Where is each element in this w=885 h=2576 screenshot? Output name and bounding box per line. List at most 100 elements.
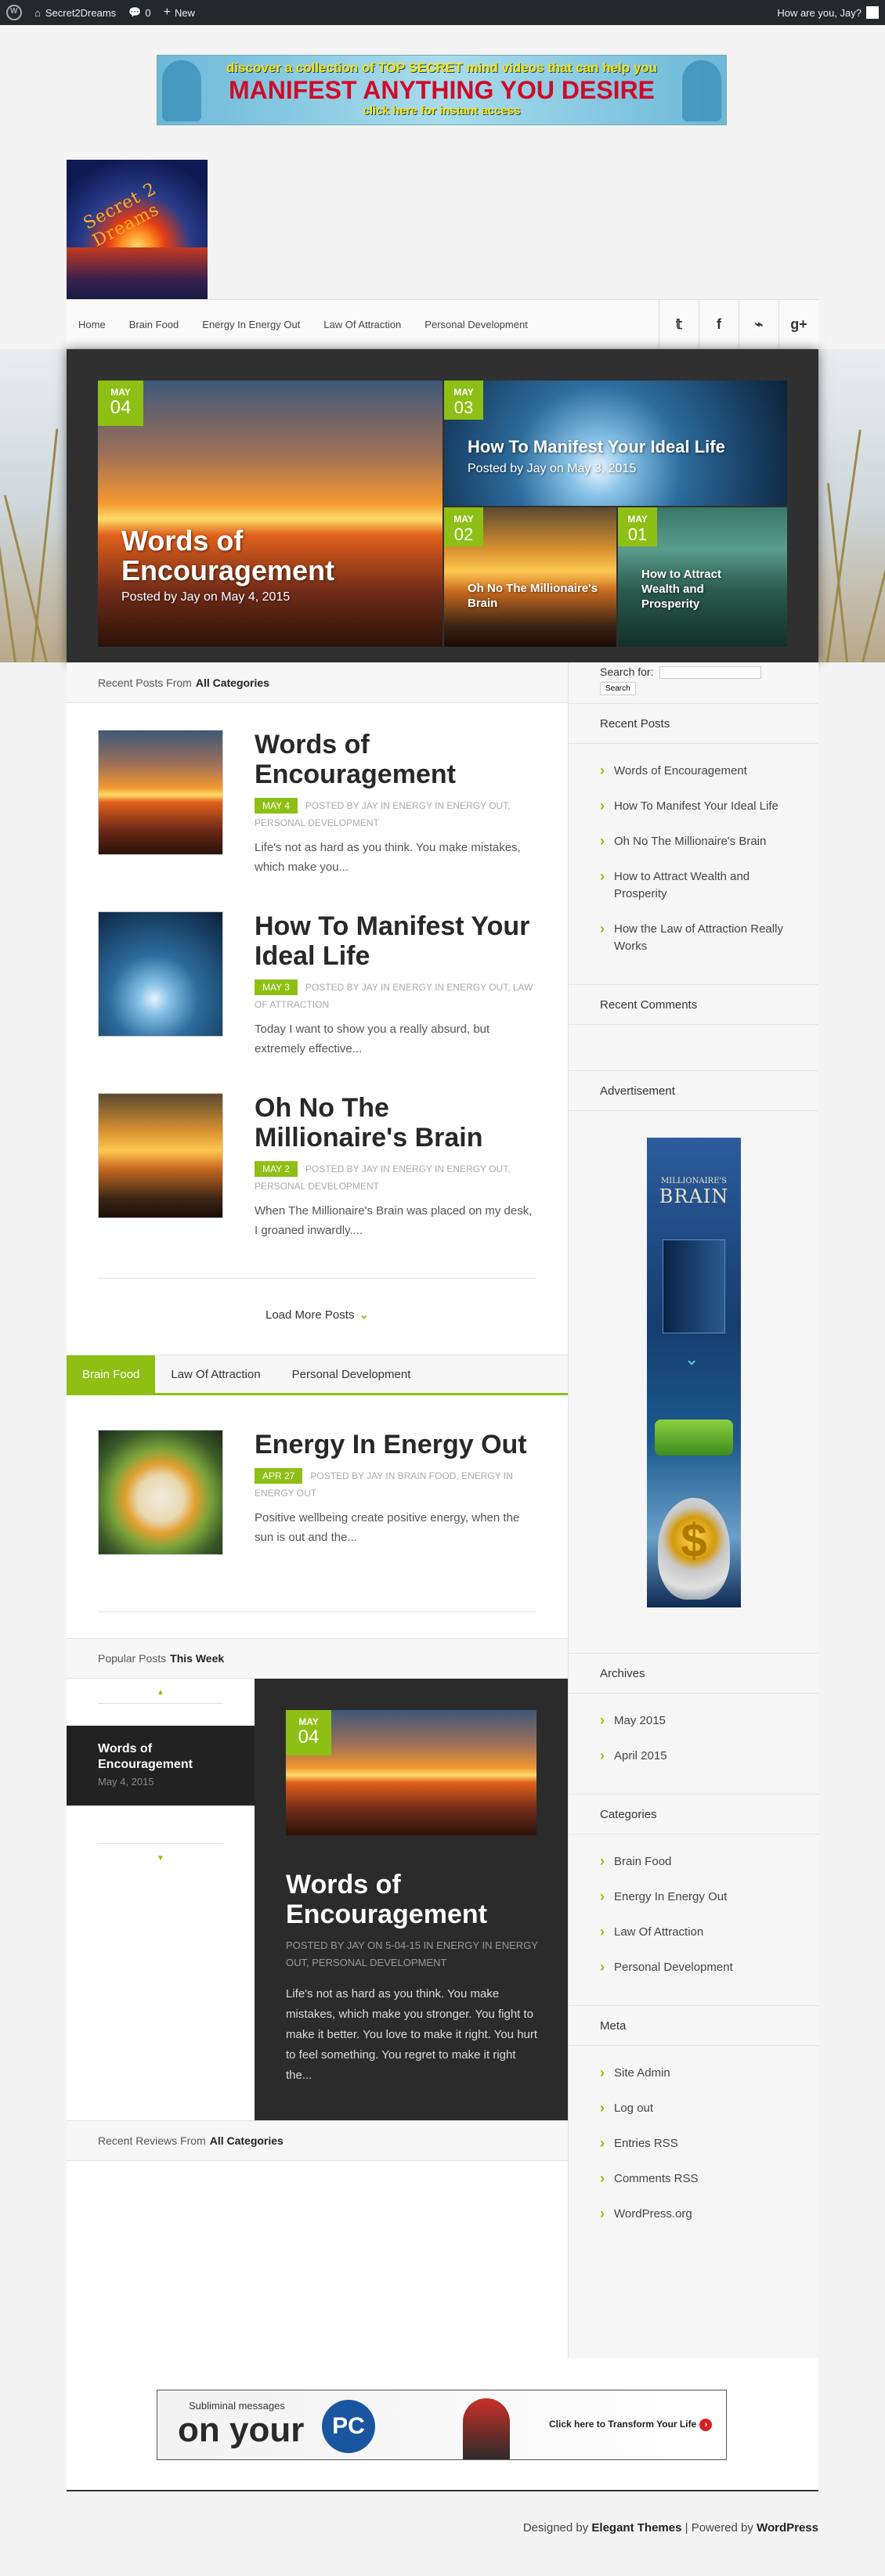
facebook-icon[interactable]: f xyxy=(699,300,739,348)
search-button[interactable]: Search xyxy=(600,681,636,695)
list-item[interactable]: Comments RSS xyxy=(600,2170,787,2188)
categories-widget-title: Categories xyxy=(569,1794,818,1835)
popular-posts-heading: Popular Posts This Week xyxy=(67,1638,568,1679)
banner-big: on your xyxy=(178,2411,305,2449)
house-icon: ⌂ xyxy=(34,6,41,19)
recent-posts-list: Words of Encouragement How To Manifest Yo… xyxy=(569,744,818,984)
tab-law-of-attraction[interactable]: Law Of Attraction xyxy=(155,1355,276,1393)
popular-list-item-active[interactable]: Words of Encouragement May 4, 2015 xyxy=(67,1726,255,1806)
designer-link[interactable]: Elegant Themes xyxy=(591,2521,681,2535)
new-content-link[interactable]: + New xyxy=(164,5,195,20)
site-name-link[interactable]: ⌂ Secret2Dreams xyxy=(34,7,116,19)
list-item[interactable]: Energy In Energy Out xyxy=(600,1888,787,1906)
list-item[interactable]: Personal Development xyxy=(600,1958,787,1976)
head-silhouette-left-icon xyxy=(162,60,201,121)
post-title[interactable]: Oh No The Millionaire's Brain xyxy=(255,1093,536,1153)
heading-prefix: Recent Posts From xyxy=(98,676,192,689)
site-logo[interactable]: Secret 2 Dreams xyxy=(67,160,208,301)
featured-bottom-left-title[interactable]: Oh No The Millionaire's Brain xyxy=(468,581,601,611)
chevron-up-icon[interactable]: ▲ xyxy=(67,1688,255,1697)
plus-icon: + xyxy=(163,5,171,19)
list-item[interactable]: Words of Encouragement xyxy=(600,762,787,780)
recent-posts-widget-title: Recent Posts xyxy=(569,703,818,744)
twitter-icon[interactable]: 𝕥 xyxy=(659,300,699,348)
powered-by-label: | Powered by xyxy=(685,2521,753,2535)
wordpress-logo-icon[interactable] xyxy=(6,5,22,20)
rss-icon[interactable]: ⌁ xyxy=(739,300,778,348)
featured-top-right-date: MAY 03 xyxy=(444,381,483,420)
list-item[interactable]: Brain Food xyxy=(600,1853,787,1871)
list-item[interactable]: May 2015 xyxy=(600,1712,787,1730)
nav-item-home[interactable]: Home xyxy=(78,319,106,330)
nav-item-brain-food[interactable]: Brain Food xyxy=(129,319,179,330)
featured-main-title[interactable]: Words of Encouragement xyxy=(121,526,388,586)
featured-top-right-meta: Posted by Jay on May 3, 2015 xyxy=(468,462,637,475)
tab-brain-food[interactable]: Brain Food xyxy=(67,1355,156,1393)
chevron-down-icon: ⌄ xyxy=(359,1308,369,1322)
day: 02 xyxy=(453,525,474,544)
recent-reviews-heading: Recent Reviews From All Categories xyxy=(67,2120,568,2161)
banner-cta[interactable]: Click here to Transform Your Life › xyxy=(549,2419,713,2431)
tab-personal-development[interactable]: Personal Development xyxy=(276,1355,427,1393)
month: MAY xyxy=(453,514,474,525)
list-item[interactable]: Entries RSS xyxy=(600,2134,787,2152)
list-item[interactable]: How To Manifest Your Ideal Life xyxy=(600,797,787,815)
social-links: 𝕥 f ⌁ g+ xyxy=(659,300,818,348)
list-item[interactable]: How to Attract Wealth and Prosperity xyxy=(600,868,787,903)
main-navigation: Home Brain Food Energy In Energy Out Law Of… xyxy=(67,299,818,349)
featured-bottom-right-title[interactable]: How to Attract Wealth and Prosperity xyxy=(641,567,759,612)
month: MAY xyxy=(298,1716,319,1727)
grass-decoration xyxy=(31,428,59,662)
ad-order-button[interactable] xyxy=(655,1420,733,1456)
chevron-down-icon[interactable]: ▼ xyxy=(67,1854,255,1863)
popular-feature-title[interactable]: Words of Encouragement xyxy=(286,1870,544,1929)
post-title[interactable]: How To Manifest Your Ideal Life xyxy=(255,911,536,971)
day: 03 xyxy=(453,398,474,417)
featured-bottom-left[interactable]: MAY 02 Oh No The Millionaire's Brain xyxy=(444,507,616,647)
featured-bottom-right-date: MAY 01 xyxy=(618,507,657,547)
featured-main[interactable]: MAY 04 Words of Encouragement Posted by … xyxy=(98,381,442,647)
my-account-link[interactable]: How are you, Jay? xyxy=(777,0,879,25)
divider xyxy=(98,1278,536,1279)
featured-top-right[interactable]: MAY 03 How To Manifest Your Ideal Life P… xyxy=(444,381,787,506)
comments-link[interactable]: 💬 0 xyxy=(128,6,150,19)
footer-ad-area: Subliminal messages on your PC Click her… xyxy=(67,2358,818,2491)
admin-bar: ⌂ Secret2Dreams 💬 0 + New How are you, J… xyxy=(0,0,885,25)
post-thumbnail[interactable] xyxy=(98,730,223,855)
list-item[interactable]: Oh No The Millionaire's Brain xyxy=(600,832,787,850)
list-item[interactable]: Law Of Attraction xyxy=(600,1923,787,1941)
post-thumbnail[interactable] xyxy=(98,911,223,1037)
list-item[interactable]: Log out xyxy=(600,2099,787,2117)
list-item[interactable]: WordPress.org xyxy=(600,2205,787,2223)
nav-item-energy-in-energy-out[interactable]: Energy In Energy Out xyxy=(202,319,300,330)
google-plus-icon[interactable]: g+ xyxy=(778,300,818,348)
featured-bottom-right[interactable]: MAY 01 How to Attract Wealth and Prosper… xyxy=(618,507,787,647)
search-input[interactable] xyxy=(659,666,762,679)
featured-top-right-title[interactable]: How To Manifest Your Ideal Life xyxy=(468,437,781,457)
post-thumbnail[interactable] xyxy=(98,1093,223,1218)
list-item[interactable]: April 2015 xyxy=(600,1747,787,1765)
banner-line-1: discover a collection of TOP SECRET mind… xyxy=(226,60,658,75)
list-item[interactable]: Site Admin xyxy=(600,2064,787,2082)
load-more-button[interactable]: Load More Posts ⌄ xyxy=(67,1308,568,1322)
nav-item-personal-development[interactable]: Personal Development xyxy=(424,319,528,330)
post-meta: APR 27 POSTED BY JAY IN BRAIN FOOD, ENERG… xyxy=(255,1467,536,1502)
top-banner-ad[interactable]: discover a collection of TOP SECRET mind… xyxy=(157,55,727,125)
wordpress-menu[interactable] xyxy=(6,5,22,20)
post-title[interactable]: Words of Encouragement xyxy=(255,730,536,789)
load-more-label: Load More Posts xyxy=(266,1308,355,1322)
month: MAY xyxy=(453,387,474,398)
heading-prefix: Popular Posts xyxy=(98,1652,167,1665)
post-date: MAY 2 xyxy=(255,1161,298,1177)
search-label: Search for: xyxy=(600,666,654,678)
advertisement-widget-title: Advertisement xyxy=(569,1070,818,1111)
post-thumbnail[interactable] xyxy=(98,1430,223,1555)
nav-item-law-of-attraction[interactable]: Law Of Attraction xyxy=(323,319,401,330)
millionaires-brain-ad[interactable]: MILLIONAIRE'S BRAIN ⌄ $ xyxy=(647,1138,741,1607)
meta-list: Site Admin Log out Entries RSS Comments RSS… xyxy=(569,2046,818,2252)
nav-menu: Home Brain Food Energy In Energy Out Law Of… xyxy=(67,319,551,330)
list-item[interactable]: How the Law of Attraction Really Works xyxy=(600,920,787,955)
post-title[interactable]: Energy In Energy Out xyxy=(255,1430,536,1459)
bottom-banner-ad[interactable]: Subliminal messages on your PC Click her… xyxy=(157,2390,727,2460)
platform-link[interactable]: WordPress xyxy=(757,2521,818,2535)
